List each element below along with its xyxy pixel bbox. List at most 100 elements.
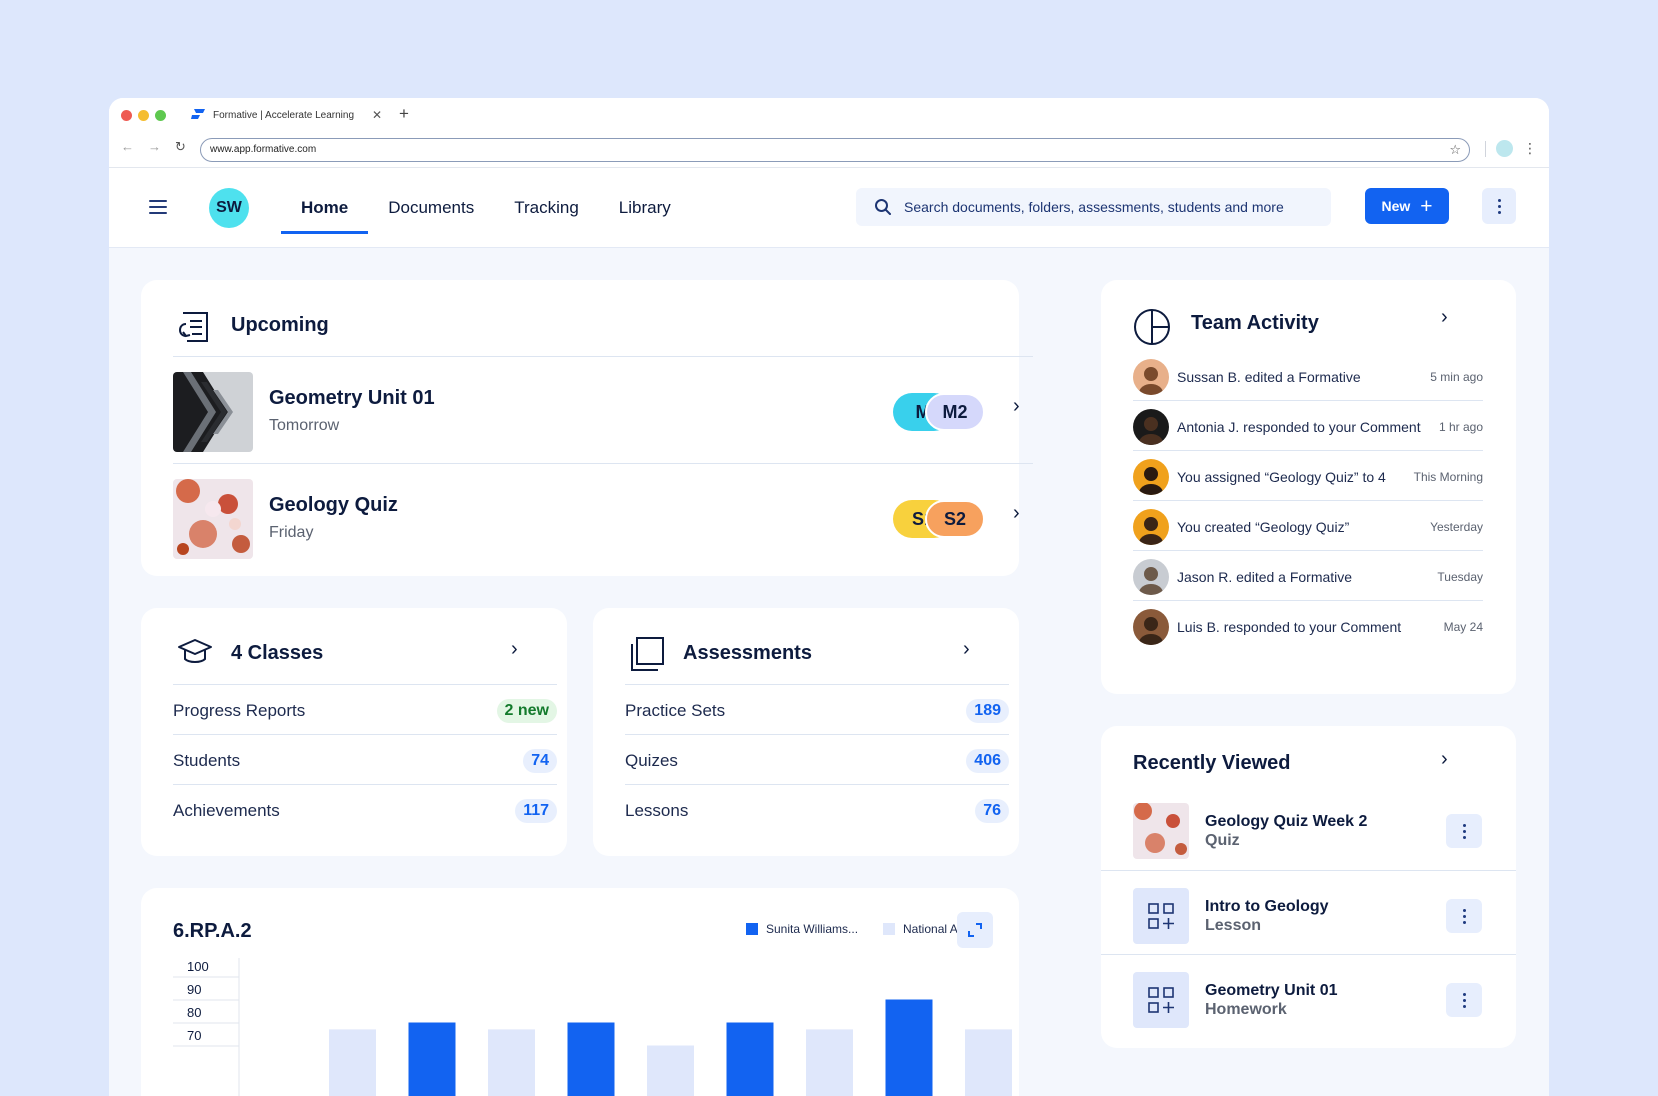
upcoming-item-date: Friday xyxy=(269,524,314,541)
hamburger-menu-icon[interactable] xyxy=(149,200,167,218)
back-icon[interactable]: ← xyxy=(121,139,134,155)
activity-text: You assigned “Geology Quiz” to 4 xyxy=(1177,469,1386,485)
chevron-right-icon[interactable]: › xyxy=(1013,502,1020,525)
classes-card: 4 Classes › Progress Reports 2 new Studen… xyxy=(141,608,567,856)
recent-item[interactable]: Geology Quiz Week 2 Quiz xyxy=(1101,786,1516,875)
upcoming-item[interactable]: Geology Quiz Friday S1 S2 › xyxy=(173,463,1033,570)
team-activity-title: Team Activity xyxy=(1191,312,1319,334)
bar-student[interactable] xyxy=(885,999,933,1096)
forward-icon[interactable]: → xyxy=(148,139,161,155)
item-menu-button[interactable] xyxy=(1446,814,1482,848)
bar-student[interactable] xyxy=(408,1022,456,1096)
reload-icon[interactable]: ↻ xyxy=(175,139,186,155)
close-tab-icon[interactable]: ✕ xyxy=(372,108,382,122)
stat-label: Students xyxy=(173,751,241,770)
activity-item[interactable]: Sussan B. edited a Formative 5 min ago xyxy=(1133,350,1483,403)
browser-menu-icon[interactable]: ⋮ xyxy=(1523,140,1537,157)
chevron-right-icon[interactable]: › xyxy=(1013,395,1020,418)
bar-national-avg[interactable] xyxy=(488,1029,535,1096)
upcoming-item-title: Geometry Unit 01 xyxy=(269,387,435,409)
avatar xyxy=(1133,609,1169,645)
activity-item[interactable]: Antonia J. responded to your Comment 1 hr… xyxy=(1133,400,1483,453)
stat-label: Achievements xyxy=(173,801,280,820)
url-text: www.app.formative.com xyxy=(210,144,317,155)
grid-add-icon xyxy=(1133,972,1189,1028)
activity-item[interactable]: Jason R. edited a Formative Tuesday xyxy=(1133,550,1483,603)
activity-item[interactable]: You assigned “Geology Quiz” to 4 This Mor… xyxy=(1133,450,1483,503)
geology-thumbnail xyxy=(1133,803,1189,859)
address-bar[interactable]: www.app.formative.com ☆ xyxy=(200,138,1470,162)
bar-national-avg[interactable] xyxy=(806,1029,853,1096)
upcoming-item-date: Tomorrow xyxy=(269,417,340,434)
team-activity-card: Team Activity › Sussan B. edited a Forma… xyxy=(1101,280,1516,694)
stat-row[interactable]: Practice Sets 189 xyxy=(625,684,1009,737)
bar-student[interactable] xyxy=(726,1022,774,1096)
plus-icon: + xyxy=(1420,194,1433,218)
stat-row[interactable]: Lessons 76 xyxy=(625,784,1009,837)
standard-chart-card: 6.RP.A.2 Sunita Williams... National Avg… xyxy=(141,888,1019,1096)
nav-home[interactable]: Home xyxy=(281,168,369,248)
bar-national-avg[interactable] xyxy=(329,1029,376,1096)
search-placeholder: Search documents, folders, assessments, … xyxy=(904,199,1284,215)
activity-text: You created “Geology Quiz” xyxy=(1177,519,1350,535)
activity-time: May 24 xyxy=(1443,620,1483,634)
stat-label: Practice Sets xyxy=(625,701,726,720)
activity-time: Tuesday xyxy=(1437,570,1483,584)
stat-label: Progress Reports xyxy=(173,701,306,720)
activity-item[interactable]: You created “Geology Quiz” Yesterday xyxy=(1133,500,1483,553)
stat-badge: 117 xyxy=(515,799,557,823)
expand-button[interactable] xyxy=(957,912,993,948)
new-tab-icon[interactable]: + xyxy=(399,104,409,124)
recent-item-type: Quiz xyxy=(1205,832,1240,849)
avatar xyxy=(1133,358,1169,395)
stacked-pages-icon xyxy=(631,637,664,671)
bar-national-avg[interactable] xyxy=(965,1029,1012,1096)
avatar xyxy=(1133,409,1169,445)
maximize-window-dot[interactable] xyxy=(155,110,166,121)
upcoming-title: Upcoming xyxy=(231,314,329,336)
chevron-right-icon[interactable]: › xyxy=(1441,748,1448,771)
grid-add-icon xyxy=(1133,888,1189,944)
stat-badge: 74 xyxy=(523,749,557,773)
avatar xyxy=(1133,509,1169,545)
new-button[interactable]: New + xyxy=(1365,188,1449,224)
graduation-cap-icon xyxy=(178,639,212,663)
activity-time: 1 hr ago xyxy=(1438,420,1483,434)
bar-national-avg[interactable] xyxy=(647,1045,694,1096)
recent-item[interactable]: Geometry Unit 01 Homework xyxy=(1101,954,1516,1043)
upcoming-item[interactable]: Geometry Unit 01 Tomorrow M M2 › xyxy=(173,356,1033,463)
user-avatar[interactable]: SW xyxy=(209,188,249,228)
recently-viewed-title: Recently Viewed xyxy=(1133,752,1291,774)
minimize-window-dot[interactable] xyxy=(138,110,149,121)
search-input[interactable]: Search documents, folders, assessments, … xyxy=(856,188,1331,226)
item-menu-button[interactable] xyxy=(1446,983,1482,1017)
chevron-right-icon[interactable]: › xyxy=(1441,306,1448,329)
activity-text: Jason R. edited a Formative xyxy=(1177,569,1353,585)
recent-item[interactable]: Intro to Geology Lesson xyxy=(1101,870,1516,959)
chevron-right-icon[interactable]: › xyxy=(963,638,970,661)
y-tick-label: 80 xyxy=(187,1005,201,1020)
upcoming-card: Upcoming Geometry Unit 01 Tomorrow M M2 … xyxy=(141,280,1033,576)
profile-avatar[interactable] xyxy=(1496,140,1513,157)
close-window-dot[interactable] xyxy=(121,110,132,121)
stat-row[interactable]: Progress Reports 2 new xyxy=(173,684,557,737)
chevron-right-icon[interactable]: › xyxy=(511,638,518,661)
browser-tab[interactable]: Formative | Accelerate Learning ✕ xyxy=(191,108,382,122)
avatar xyxy=(1133,559,1169,595)
nav-library[interactable]: Library xyxy=(599,168,691,248)
assessments-title: Assessments xyxy=(683,642,812,664)
dashboard: Upcoming Geometry Unit 01 Tomorrow M M2 … xyxy=(109,248,1549,1096)
bookmark-star-icon[interactable]: ☆ xyxy=(1449,142,1461,158)
nav-documents[interactable]: Documents xyxy=(368,168,494,248)
formative-logo-icon xyxy=(191,109,205,119)
stat-row[interactable]: Achievements 117 xyxy=(173,784,557,837)
stat-row[interactable]: Quizes 406 xyxy=(625,734,1009,787)
y-tick-label: 70 xyxy=(187,1028,201,1043)
item-menu-button[interactable] xyxy=(1446,899,1482,933)
activity-item[interactable]: Luis B. responded to your Comment May 24 xyxy=(1133,600,1483,653)
nav-tracking[interactable]: Tracking xyxy=(494,168,599,248)
bar-student[interactable] xyxy=(567,1022,615,1096)
stat-row[interactable]: Students 74 xyxy=(173,734,557,787)
class-pill: M2 xyxy=(925,393,985,431)
more-options-button[interactable] xyxy=(1482,188,1516,224)
